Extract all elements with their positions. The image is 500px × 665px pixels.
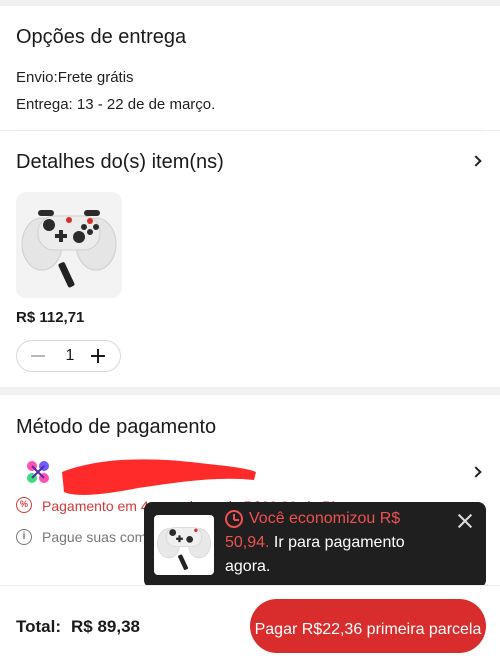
delivery-section: Opções de entrega Envio:Frete grátis Ent…	[0, 6, 500, 130]
delivery-title: Opções de entrega	[16, 26, 187, 48]
item-details-title[interactable]: Detalhes do(s) item(ns)	[16, 151, 224, 174]
percent-icon: %	[16, 497, 32, 513]
info-icon: i	[16, 529, 32, 545]
redacted-scribble	[62, 459, 256, 495]
close-icon[interactable]	[456, 512, 474, 530]
total-label: Total:	[16, 617, 62, 636]
checkout-bar: Total: R$ 89,38 Pagar R$22,36 primeira p…	[0, 585, 500, 665]
total-value: R$ 89,38	[71, 617, 140, 636]
clock-icon	[225, 510, 243, 528]
tooltip-product-image	[154, 515, 214, 575]
delivery-eta: Entrega: 13 - 22 de de março.	[16, 96, 216, 113]
quantity-value: 1	[65, 347, 75, 364]
pix-logo-icon	[27, 461, 49, 483]
payment-title: Método de pagamento	[16, 416, 217, 438]
gamepad-icon	[21, 210, 117, 288]
tooltip-text: Você economizou R$ 50,94. Ir para pagame…	[225, 507, 435, 579]
decrease-button[interactable]	[31, 355, 45, 357]
gamepad-icon	[157, 527, 211, 571]
product-image[interactable]	[16, 192, 122, 298]
product-price: R$ 112,71	[16, 309, 85, 326]
pay-first-installment-button[interactable]: Pagar R$22,36 primeira parcela	[250, 599, 486, 653]
shipping-info: Envio:Frete grátis	[16, 69, 134, 86]
quantity-stepper: 1	[16, 340, 121, 372]
savings-tooltip[interactable]: Você economizou R$ 50,94. Ir para pagame…	[144, 502, 486, 588]
plus-icon[interactable]	[97, 349, 99, 363]
